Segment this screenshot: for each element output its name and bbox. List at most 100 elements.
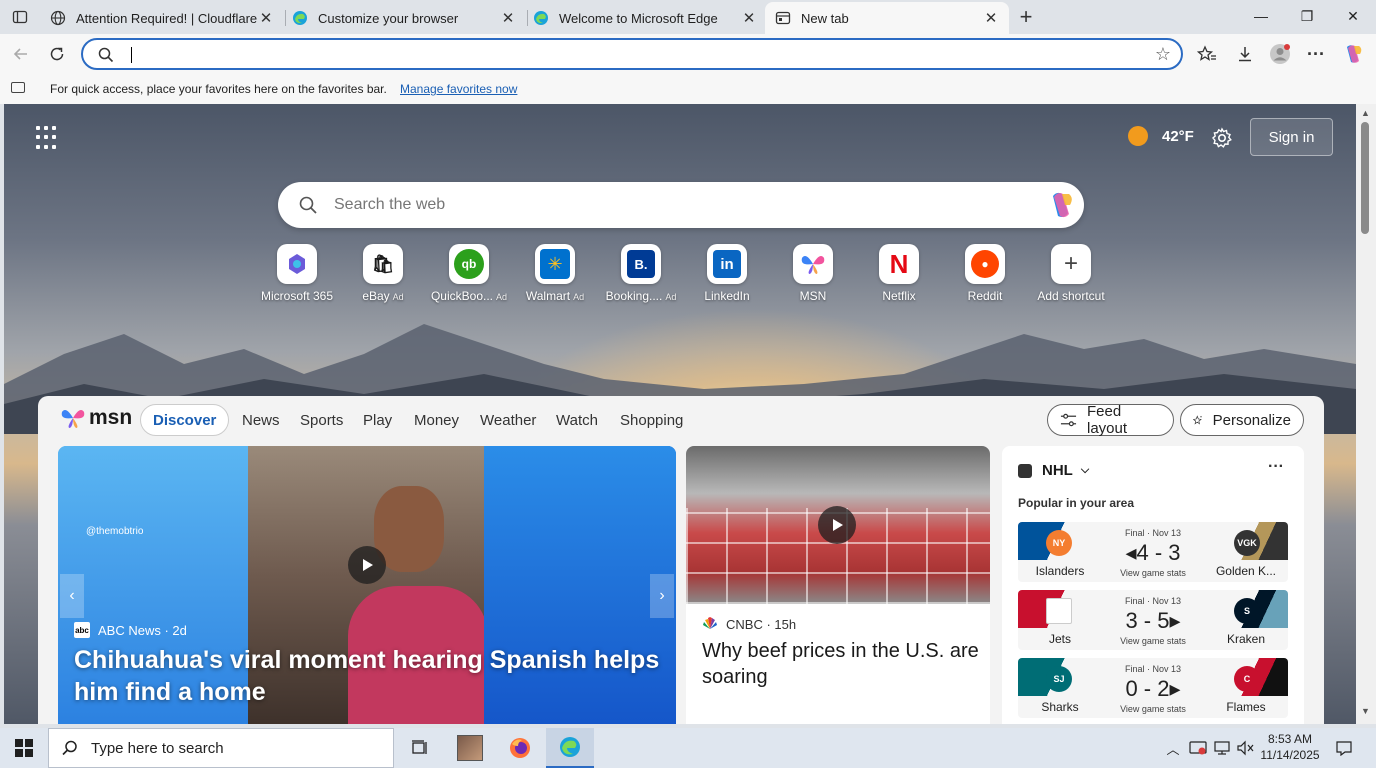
feed-layout-label: Feed layout xyxy=(1087,403,1128,437)
new-tab-button[interactable]: + xyxy=(1012,4,1040,30)
tray-network[interactable] xyxy=(1210,728,1234,768)
tab-actions-button[interactable] xyxy=(6,5,34,29)
profile-avatar-icon xyxy=(1270,44,1290,64)
task-view-button[interactable] xyxy=(396,728,444,768)
restore-button[interactable]: ❐ xyxy=(1284,0,1330,32)
sharks-logo-icon: SJ xyxy=(1046,666,1072,692)
settings-more-button[interactable]: ··· xyxy=(1301,40,1331,68)
copilot-button[interactable] xyxy=(1338,40,1368,68)
close-tab-icon[interactable]: ✕ xyxy=(741,10,757,27)
minimize-button[interactable]: — xyxy=(1238,0,1284,32)
tab-money[interactable]: Money xyxy=(414,404,459,436)
tab-play[interactable]: Play xyxy=(363,404,392,436)
favorite-star-icon[interactable]: ☆ xyxy=(1155,44,1171,65)
shortcut-walmart[interactable]: ✳ Walmart Ad xyxy=(512,244,598,310)
tab-welcome-edge[interactable]: Welcome to Microsoft Edge ✕ xyxy=(523,2,767,34)
taskbar-app-photo[interactable] xyxy=(446,728,494,768)
msn-logo[interactable]: msn xyxy=(60,406,132,430)
game-row[interactable]: NY VGK Islanders Golden K... Final · Nov… xyxy=(1018,522,1288,582)
web-search-placeholder: Search the web xyxy=(334,196,446,213)
shortcut-microsoft-365[interactable]: Microsoft 365 xyxy=(254,244,340,310)
tab-discover[interactable]: Discover xyxy=(140,404,230,436)
tab-actions-icon xyxy=(12,10,28,24)
shortcut-linkedin[interactable]: in LinkedIn xyxy=(684,244,770,310)
weather-widget[interactable]: 42°F xyxy=(1128,126,1194,146)
copilot-icon[interactable] xyxy=(1046,190,1076,220)
shortcut-netflix[interactable]: N Netflix xyxy=(856,244,942,310)
game-score: 3 - 5▸ xyxy=(1125,608,1181,633)
shortcut-quickbooks[interactable]: qb QuickBoo... Ad xyxy=(426,244,512,310)
carousel-prev-button[interactable]: ‹ xyxy=(60,574,84,618)
personalize-button[interactable]: Personalize xyxy=(1180,404,1304,436)
sign-in-button[interactable]: Sign in xyxy=(1250,118,1333,156)
article-headline[interactable]: Why beef prices in the U.S. are soaring xyxy=(702,638,982,690)
page-settings-button[interactable] xyxy=(1208,124,1236,152)
add-shortcut-button[interactable]: + Add shortcut xyxy=(1028,244,1114,310)
nhl-league-selector[interactable]: NHL ⌵ xyxy=(1018,462,1089,479)
tab-label: New tab xyxy=(801,10,849,26)
tab-watch[interactable]: Watch xyxy=(556,404,598,436)
shortcut-msn[interactable]: MSN xyxy=(770,244,856,310)
manage-favorites-link[interactable]: Manage favorites now xyxy=(400,82,517,96)
taskbar-app-firefox[interactable] xyxy=(496,728,544,768)
address-bar[interactable]: ☆ xyxy=(81,38,1183,70)
more-options-icon[interactable]: ··· xyxy=(1268,458,1284,476)
page-scrollbar[interactable]: ▲ ▼ xyxy=(1356,104,1376,724)
game-row[interactable]: SJ C Sharks Flames Final · Nov 13 0 - 2▸… xyxy=(1018,658,1288,718)
tab-strip: Attention Required! | Cloudflare ✕ Custo… xyxy=(0,0,1376,34)
tab-sports[interactable]: Sports xyxy=(300,404,343,436)
profile-button[interactable] xyxy=(1265,40,1295,68)
hero-headline[interactable]: Chihuahua's viral moment hearing Spanish… xyxy=(74,644,664,708)
msn-feed: msn Discover News Sports Play Money Weat… xyxy=(38,396,1324,724)
hero-article-card[interactable]: @themobtrio ‹ › abc ABC News · 2d Chihua… xyxy=(58,446,676,724)
close-tab-icon[interactable]: ✕ xyxy=(258,10,274,27)
article-card[interactable]: CNBC · 15h Why beef prices in the U.S. a… xyxy=(686,446,990,724)
taskbar-app-edge[interactable] xyxy=(546,728,594,768)
tab-cloudflare[interactable]: Attention Required! | Cloudflare ✕ xyxy=(40,2,284,34)
back-button[interactable] xyxy=(6,40,36,68)
apps-launcher-button[interactable] xyxy=(36,126,60,150)
feed-layout-button[interactable]: Feed layout xyxy=(1047,403,1174,437)
start-button[interactable] xyxy=(0,728,48,768)
nhl-subtitle: Popular in your area xyxy=(1018,496,1135,510)
game-row[interactable]: S Jets Kraken Final · Nov 13 3 - 5▸ View… xyxy=(1018,590,1288,650)
scrollbar-thumb[interactable] xyxy=(1361,122,1369,234)
tray-security[interactable] xyxy=(1186,728,1210,768)
ad-badge: Ad xyxy=(496,292,508,302)
show-hidden-icons-button[interactable]: ︿ xyxy=(1162,728,1184,768)
shortcut-ebay[interactable]: 🛍 eBay Ad xyxy=(340,244,426,310)
shortcut-label: Add shortcut xyxy=(1037,289,1105,303)
firefox-icon xyxy=(510,738,530,758)
carousel-next-button[interactable]: › xyxy=(650,574,674,618)
tab-weather[interactable]: Weather xyxy=(480,404,536,436)
play-video-button[interactable] xyxy=(818,506,856,544)
tab-news[interactable]: News xyxy=(242,404,280,436)
shortcut-reddit[interactable]: ● Reddit xyxy=(942,244,1028,310)
view-game-stats-link[interactable]: View game stats xyxy=(1103,568,1203,578)
close-tab-icon[interactable]: ✕ xyxy=(500,10,516,27)
refresh-button[interactable] xyxy=(42,40,72,68)
tab-new-tab[interactable]: New tab ✕ xyxy=(765,2,1009,34)
view-game-stats-link[interactable]: View game stats xyxy=(1103,636,1203,646)
taskbar-clock[interactable]: 8:53 AM 11/14/2025 xyxy=(1250,731,1330,763)
browser-toolbar: ☆ ··· xyxy=(0,34,1376,74)
downloads-button[interactable] xyxy=(1230,40,1260,68)
scroll-down-icon[interactable]: ▼ xyxy=(1361,706,1370,716)
play-video-button[interactable] xyxy=(348,546,386,584)
close-tab-icon[interactable]: ✕ xyxy=(983,10,999,27)
taskbar-search-box[interactable]: Type here to search xyxy=(48,728,394,768)
play-icon xyxy=(363,559,373,571)
away-team-name: Kraken xyxy=(1226,632,1266,646)
favorites-icon xyxy=(1197,45,1216,61)
favorites-button[interactable] xyxy=(1192,40,1222,68)
scroll-up-icon[interactable]: ▲ xyxy=(1361,108,1370,118)
shortcut-label: MSN xyxy=(799,289,827,303)
tab-shopping[interactable]: Shopping xyxy=(620,404,683,436)
more-icon: ··· xyxy=(1307,43,1325,64)
close-window-button[interactable]: ✕ xyxy=(1330,0,1376,32)
shortcut-booking[interactable]: B. Booking.... Ad xyxy=(598,244,684,310)
tab-customize-browser[interactable]: Customize your browser ✕ xyxy=(282,2,526,34)
notifications-button[interactable] xyxy=(1330,728,1358,768)
web-search-box[interactable]: Search the web xyxy=(278,182,1084,228)
view-game-stats-link[interactable]: View game stats xyxy=(1103,704,1203,714)
